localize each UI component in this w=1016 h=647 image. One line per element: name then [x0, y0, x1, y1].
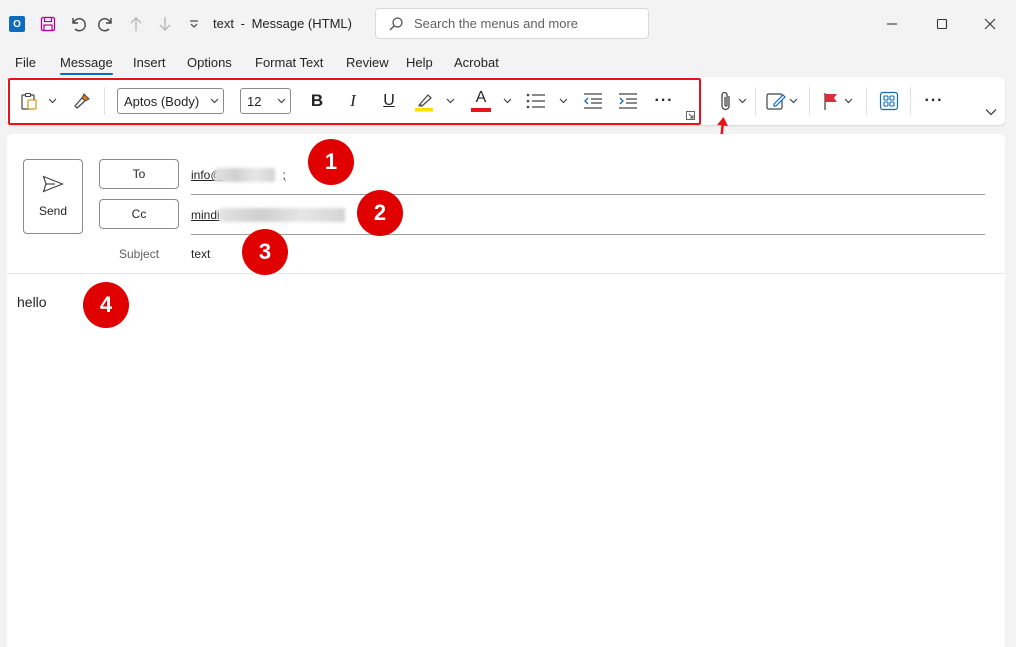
attach-chevron-icon[interactable] — [736, 94, 748, 108]
ribbon-separator — [910, 87, 911, 115]
ribbon: Aptos (Body) 12 B I U A ··· ··· — [6, 77, 1005, 125]
highlight-icon[interactable] — [412, 89, 436, 113]
subject-input[interactable]: text — [191, 247, 210, 261]
decrease-indent-icon[interactable] — [581, 89, 605, 113]
bullets-chevron-icon[interactable] — [557, 94, 569, 108]
paste-icon[interactable] — [18, 90, 40, 112]
next-item-icon[interactable] — [154, 13, 176, 35]
chevron-down-icon — [210, 95, 219, 110]
font-color-button[interactable]: A — [469, 87, 493, 115]
attach-file-icon[interactable] — [715, 89, 737, 113]
increase-indent-icon[interactable] — [616, 89, 640, 113]
menu-review[interactable]: Review — [346, 55, 389, 70]
font-size-select[interactable]: 12 — [240, 88, 291, 114]
compose-pane: Send To info@; Cc mindi Subject text hel… — [7, 134, 1005, 647]
ribbon-separator — [104, 87, 105, 115]
search-placeholder: Search the menus and more — [414, 16, 579, 31]
format-painter-icon[interactable] — [71, 90, 93, 112]
header-body-divider — [7, 273, 1005, 274]
ribbon-separator — [866, 87, 867, 115]
window-title-item: text — [213, 16, 234, 31]
send-label: Send — [38, 204, 68, 218]
redo-icon[interactable] — [95, 13, 117, 35]
menu-format-text[interactable]: Format Text — [255, 55, 323, 70]
subject-label: Subject — [119, 247, 160, 261]
window-title: text - Message (HTML) — [213, 16, 352, 31]
redacted-email — [219, 208, 345, 222]
dialog-launcher-icon[interactable] — [684, 109, 696, 121]
window-title-suffix: Message (HTML) — [251, 16, 352, 31]
menu-message[interactable]: Message — [60, 55, 113, 75]
send-button[interactable]: Send — [23, 159, 83, 234]
signature-chevron-icon[interactable] — [787, 94, 799, 108]
cc-button[interactable]: Cc — [99, 199, 179, 229]
font-color-swatch — [471, 108, 491, 112]
menu-insert[interactable]: Insert — [133, 55, 166, 70]
previous-item-icon[interactable] — [125, 13, 147, 35]
italic-button[interactable]: I — [341, 89, 365, 113]
underline-button[interactable]: U — [377, 89, 401, 113]
message-body[interactable]: hello — [17, 294, 47, 310]
expand-ribbon-chevron-icon[interactable] — [983, 104, 999, 120]
close-icon[interactable] — [979, 13, 1001, 35]
redacted-email — [215, 168, 275, 182]
paste-dropdown-chevron-icon[interactable] — [46, 94, 58, 108]
signature-icon[interactable] — [764, 89, 788, 113]
menu-bar: File Message Insert Options Format Text … — [0, 52, 600, 75]
save-icon[interactable] — [37, 13, 59, 35]
annotation-badge-1: 1 — [308, 139, 354, 185]
font-name-value: Aptos (Body) — [124, 93, 200, 109]
flag-chevron-icon[interactable] — [842, 94, 854, 108]
search-input[interactable]: Search the menus and more — [375, 8, 649, 39]
maximize-icon[interactable] — [931, 13, 953, 35]
minimize-icon[interactable] — [881, 13, 903, 35]
menu-file[interactable]: File — [15, 55, 36, 70]
more-commands-icon[interactable]: ··· — [921, 89, 947, 113]
cc-field-underline — [191, 234, 985, 235]
cc-recipient[interactable]: mindi — [191, 208, 220, 222]
bold-button[interactable]: B — [305, 89, 329, 113]
font-color-letter: A — [475, 89, 487, 106]
to-recipient-separator: ; — [282, 168, 286, 182]
to-button[interactable]: To — [99, 159, 179, 189]
send-icon — [42, 175, 65, 196]
menu-acrobat[interactable]: Acrobat — [454, 55, 499, 70]
customize-toolbar-icon[interactable] — [183, 13, 205, 35]
highlight-chevron-icon[interactable] — [444, 94, 456, 108]
font-size-value: 12 — [247, 93, 262, 109]
outlook-logo-icon: O — [6, 13, 28, 35]
menu-help[interactable]: Help — [406, 55, 433, 70]
font-color-chevron-icon[interactable] — [501, 94, 513, 108]
more-formatting-icon[interactable]: ··· — [651, 89, 677, 113]
apps-icon[interactable] — [877, 89, 901, 113]
annotation-badge-4: 4 — [83, 282, 129, 328]
search-icon — [388, 16, 404, 32]
follow-up-flag-icon[interactable] — [819, 89, 843, 113]
annotation-badge-2: 2 — [357, 190, 403, 236]
to-field-underline — [191, 194, 985, 195]
ribbon-separator — [755, 87, 756, 115]
title-bar: O text - Message (HTML) Search the menus… — [0, 0, 1016, 48]
menu-options[interactable]: Options — [187, 55, 232, 70]
window-title-separator: - — [240, 16, 245, 31]
font-name-select[interactable]: Aptos (Body) — [117, 88, 224, 114]
bullets-icon[interactable] — [524, 89, 548, 113]
chevron-down-icon — [277, 95, 286, 110]
ribbon-separator — [809, 87, 810, 115]
annotation-badge-3: 3 — [242, 229, 288, 275]
undo-icon[interactable] — [67, 13, 89, 35]
